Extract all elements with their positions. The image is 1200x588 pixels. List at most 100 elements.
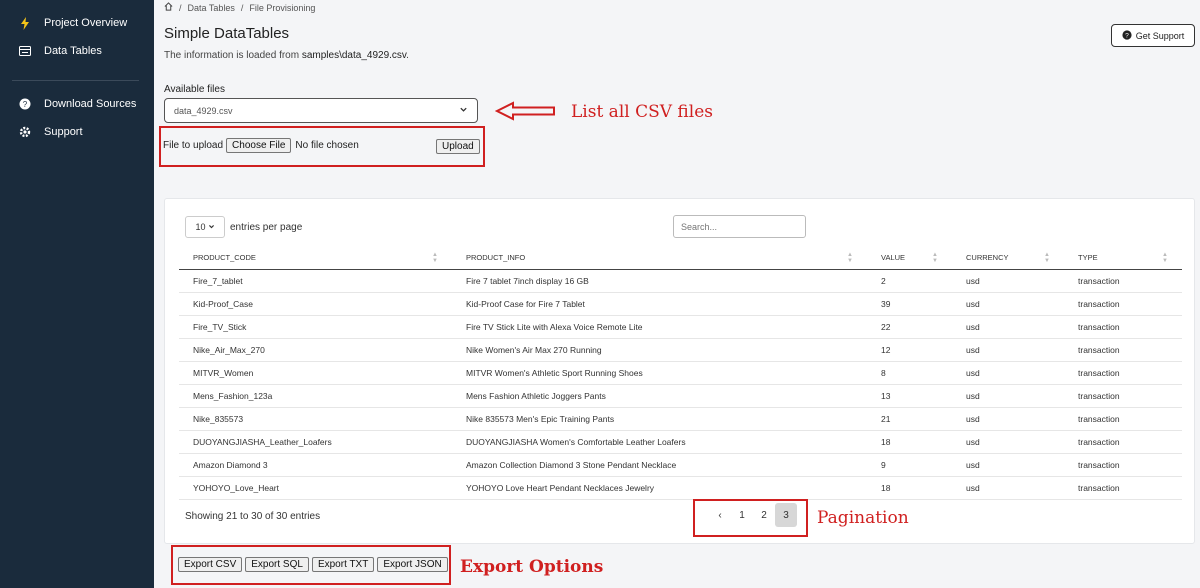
table-cell: Fire TV Stick Lite with Alexa Voice Remo… [452, 315, 867, 339]
table-cell: transaction [1064, 315, 1182, 339]
annotation-export-options: Export Options [460, 557, 604, 577]
pagination-prev[interactable]: ‹ [709, 503, 731, 527]
table-row: Nike_Air_Max_270 Nike Women's Air Max 270… [179, 338, 1182, 362]
table-cell: usd [952, 315, 1064, 339]
table-row: Amazon Diamond 3 Amazon Collection Diamon… [179, 453, 1182, 477]
table-cell: DUOYANGJIASHA_Leather_Loafers [179, 430, 452, 454]
breadcrumb-file-provisioning: File Provisioning [249, 2, 316, 13]
pagination-page-2[interactable]: 2 [753, 503, 775, 527]
table-cell: 8 [867, 361, 952, 385]
sort-icon: ▲ ▼ [847, 252, 853, 264]
table-cell: Nike_835573 [179, 407, 452, 431]
sidebar-item-data-tables[interactable]: Data Tables [18, 44, 102, 58]
chevron-down-icon [459, 105, 468, 117]
main-content: / Data Tables / File Provisioning Simple… [154, 0, 1200, 588]
source-file-path: samples\data_4929.csv [301, 50, 407, 61]
table-row: YOHOYO_Love_Heart YOHOYO Love Heart Penda… [179, 476, 1182, 500]
table-cell: Kid-Proof Case for Fire 7 Tablet [452, 292, 867, 316]
sidebar-item-project-overview[interactable]: Project Overview [18, 16, 127, 30]
table-cell: DUOYANGJIASHA Women's Comfortable Leathe… [452, 430, 867, 454]
column-header[interactable]: CURRENCY ▲ ▼ [952, 247, 1064, 270]
table-row: Fire_7_tablet Fire 7 tablet 7inch display… [179, 269, 1182, 293]
bolt-icon [18, 16, 32, 30]
table-cell: 21 [867, 407, 952, 431]
table-cell: usd [952, 384, 1064, 408]
pagination-page-3[interactable]: 3 [775, 503, 797, 527]
table-cell: usd [952, 453, 1064, 477]
table-body: Fire_7_tablet Fire 7 tablet 7inch display… [179, 269, 1182, 500]
table-row: DUOYANGJIASHA_Leather_Loafers DUOYANGJIAS… [179, 430, 1182, 454]
available-files-label: Available files [164, 84, 225, 95]
table-cell: 18 [867, 476, 952, 500]
sidebar-item-label: Support [44, 126, 83, 138]
table-cell: usd [952, 430, 1064, 454]
upload-button[interactable]: Upload [436, 139, 480, 154]
sidebar-item-download-sources[interactable]: ? Download Sources [18, 97, 136, 111]
table-cell: transaction [1064, 407, 1182, 431]
get-support-button[interactable]: ? Get Support [1111, 24, 1195, 47]
column-header[interactable]: PRODUCT_CODE ▲ ▼ [179, 247, 452, 270]
table-cell: Nike_Air_Max_270 [179, 338, 452, 362]
export-csv-button[interactable]: Export CSV [178, 557, 243, 572]
help-circle-icon: ? [18, 97, 32, 111]
table-cell: transaction [1064, 453, 1182, 477]
table-cell: usd [952, 476, 1064, 500]
table-row: Fire_TV_Stick Fire TV Stick Lite with Ale… [179, 315, 1182, 339]
table-cell: transaction [1064, 430, 1182, 454]
sidebar-item-label: Project Overview [44, 17, 128, 29]
table-cell: Amazon Collection Diamond 3 Stone Pendan… [452, 453, 867, 477]
table-cell: YOHOYO_Love_Heart [179, 476, 452, 500]
table-cell: MITVR_Women [179, 361, 452, 385]
table-cell: Nike 835573 Men's Epic Training Pants [452, 407, 867, 431]
table-icon [18, 44, 32, 58]
table-cell: Mens_Fashion_123a [179, 384, 452, 408]
svg-text:?: ? [23, 100, 28, 109]
help-circle-icon: ? [1122, 29, 1132, 42]
sort-icon: ▲ ▼ [932, 252, 938, 264]
column-header[interactable]: PRODUCT_INFO ▲ ▼ [452, 247, 867, 270]
table-cell: 12 [867, 338, 952, 362]
entries-per-page: 10 entries per page [185, 216, 302, 238]
annotation-csv-files: List all CSV files [571, 102, 713, 122]
table-header-row: PRODUCT_CODE ▲ ▼ PRODUCT_INFO ▲ ▼ VALUE ▲ ▼ CURRE… [179, 247, 1182, 270]
page-title: Simple DataTables [164, 25, 290, 42]
table-cell: 9 [867, 453, 952, 477]
table-cell: transaction [1064, 269, 1182, 293]
choose-file-button[interactable]: Choose File [226, 138, 292, 153]
sort-icon: ▲ ▼ [1044, 252, 1050, 264]
breadcrumb-data-tables[interactable]: Data Tables [188, 3, 235, 13]
available-files-select[interactable]: data_4929.csv [164, 98, 478, 123]
table-cell: Fire 7 tablet 7inch display 16 GB [452, 269, 867, 293]
upload-row: File to upload Choose File No file chose… [163, 138, 359, 153]
table-cell: Fire_TV_Stick [179, 315, 452, 339]
table-cell: MITVR Women's Athletic Sport Running Sho… [452, 361, 867, 385]
table-cell: transaction [1064, 361, 1182, 385]
column-header[interactable]: TYPE ▲ ▼ [1064, 247, 1182, 270]
sort-icon: ▲ ▼ [432, 252, 438, 264]
export-options: Export CSV Export SQL Export TXT Export … [178, 557, 448, 572]
table-cell: Fire_7_tablet [179, 269, 452, 293]
column-header[interactable]: VALUE ▲ ▼ [867, 247, 952, 270]
table-cell: Amazon Diamond 3 [179, 453, 452, 477]
table-cell: 13 [867, 384, 952, 408]
export-txt-button[interactable]: Export TXT [311, 557, 375, 572]
datatable-card: 10 entries per page PRODUCT_CODE▲▼PRODUC… [164, 198, 1195, 544]
sidebar-item-support[interactable]: Support [18, 125, 83, 139]
upload-label: File to upload [163, 140, 224, 151]
table-cell: transaction [1064, 476, 1182, 500]
sidebar-divider [12, 80, 139, 81]
table-cell: transaction [1064, 292, 1182, 316]
page-description: The information is loaded from samples\d… [164, 50, 409, 61]
table-cell: 2 [867, 269, 952, 293]
export-sql-button[interactable]: Export SQL [245, 557, 309, 572]
home-icon[interactable] [164, 2, 173, 13]
entries-per-page-select[interactable]: 10 [185, 216, 225, 238]
search-input[interactable] [673, 215, 806, 238]
table-cell: usd [952, 292, 1064, 316]
breadcrumb: / Data Tables / File Provisioning [164, 2, 315, 13]
export-json-button[interactable]: Export JSON [377, 557, 448, 572]
pagination-page-1[interactable]: 1 [731, 503, 753, 527]
table-row: Kid-Proof_Case Kid-Proof Case for Fire 7 … [179, 292, 1182, 316]
table-row: Nike_835573 Nike 835573 Men's Epic Traini… [179, 407, 1182, 431]
sort-icon: ▲ ▼ [1162, 252, 1168, 264]
